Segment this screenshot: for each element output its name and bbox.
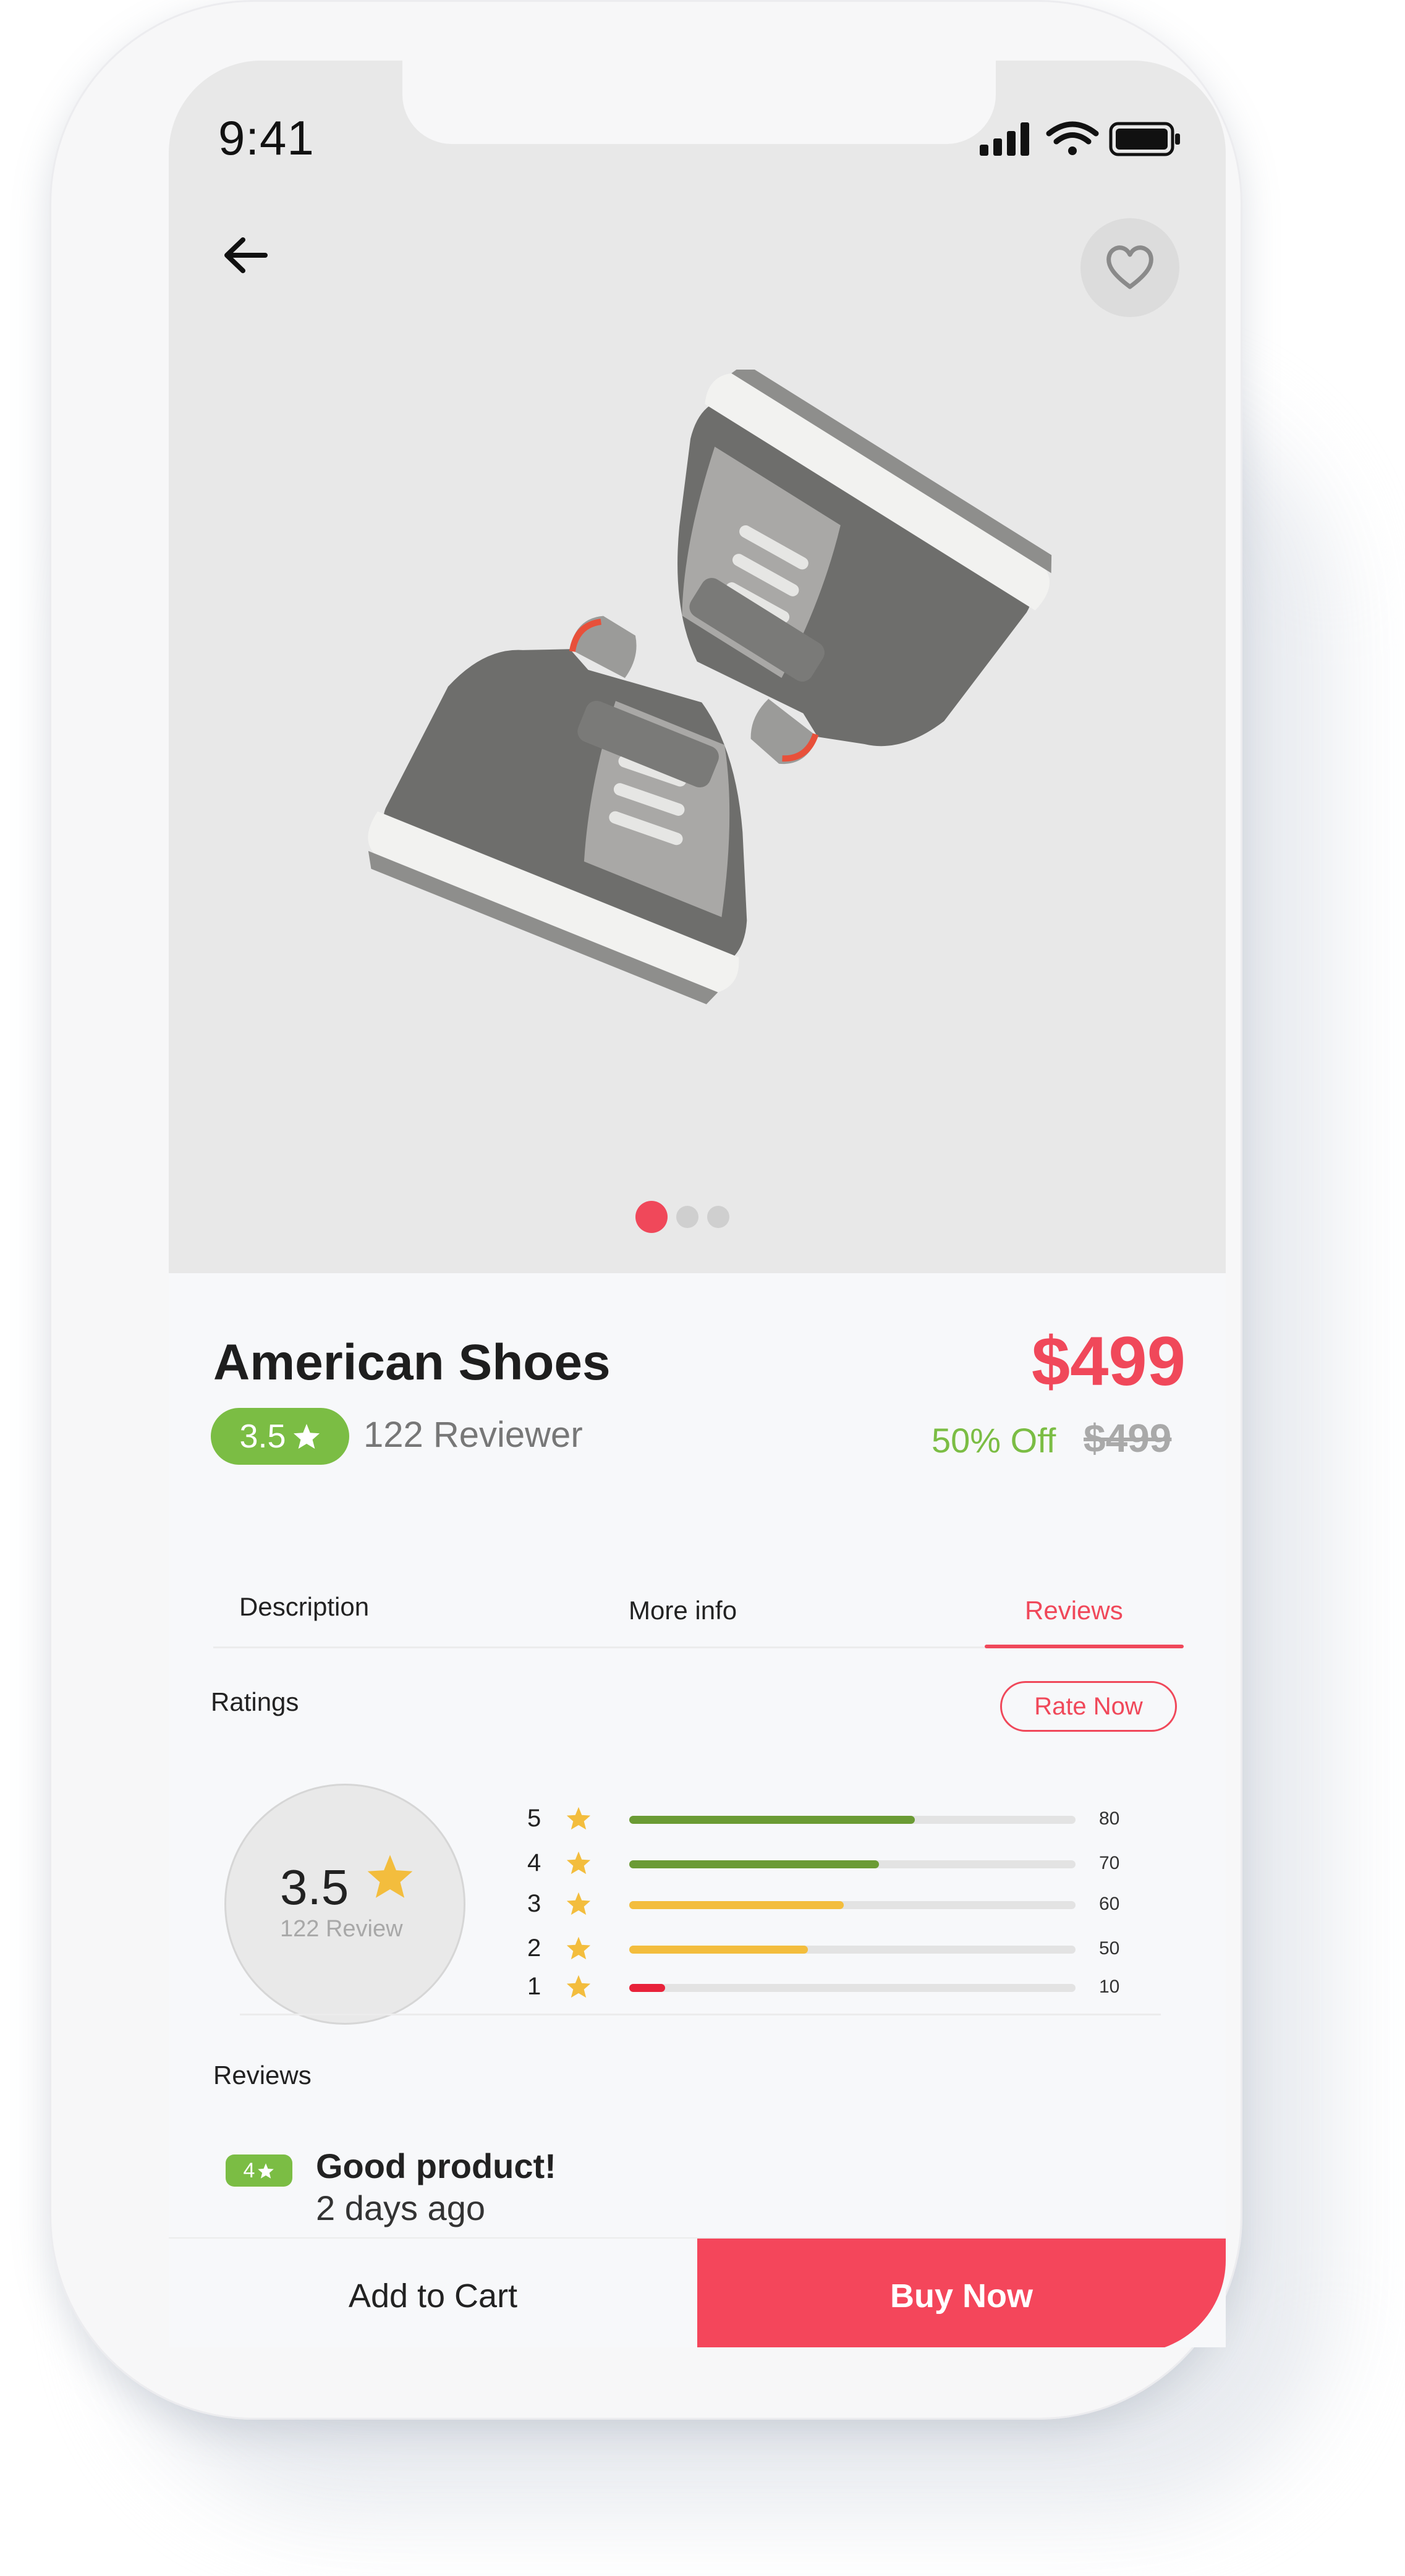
rating-bar-track bbox=[629, 1984, 1076, 1992]
rating-count: 60 bbox=[1099, 1894, 1120, 1914]
wifi-icon bbox=[1046, 121, 1099, 155]
rating-count: 80 bbox=[1099, 1808, 1120, 1829]
phone-frame: 9:41 American Shoes $499 3.5 122 Reviewe… bbox=[49, 0, 1242, 2420]
star-icon bbox=[566, 1936, 591, 1960]
product-image bbox=[368, 370, 1052, 1004]
rating-row-4: 4 70 bbox=[527, 1848, 1145, 1879]
rating-count: 50 bbox=[1099, 1938, 1120, 1959]
rating-bar-fill bbox=[629, 1984, 665, 1992]
product-image-area: 9:41 bbox=[169, 61, 1226, 1273]
rating-bar-fill bbox=[629, 1860, 880, 1868]
add-to-cart-button[interactable]: Add to Cart bbox=[169, 2239, 697, 2347]
star-icon bbox=[566, 1892, 591, 1915]
review-rating-value: 4 bbox=[243, 2158, 255, 2182]
star-icon bbox=[566, 1851, 591, 1875]
rating-row-3: 3 60 bbox=[527, 1889, 1145, 1920]
tab-more-info[interactable]: More info bbox=[629, 1596, 737, 1625]
rating-value: 3.5 bbox=[239, 1418, 286, 1455]
rating-stars-label: 1 bbox=[527, 1973, 541, 2000]
rate-now-button[interactable]: Rate Now bbox=[1000, 1681, 1177, 1732]
star-icon bbox=[293, 1423, 320, 1449]
discount-label: 50% Off bbox=[932, 1421, 1056, 1460]
average-rating-value: 3.5 bbox=[280, 1860, 349, 1915]
screen: 9:41 American Shoes $499 3.5 122 Reviewe… bbox=[169, 61, 1226, 2347]
product-title: American Shoes bbox=[213, 1334, 611, 1391]
rating-bar-track bbox=[629, 1816, 1076, 1824]
star-icon bbox=[258, 2163, 274, 2179]
original-price: $499 bbox=[1084, 1416, 1172, 1460]
carousel-dot-2[interactable] bbox=[676, 1206, 698, 1228]
notch bbox=[402, 61, 996, 144]
bottom-action-bar: Add to Cart Buy Now bbox=[169, 2237, 1226, 2347]
review-date: 2 days ago bbox=[316, 2188, 485, 2227]
rating-bar-track bbox=[629, 1860, 1076, 1868]
rating-row-5: 5 80 bbox=[527, 1803, 1145, 1834]
section-divider bbox=[240, 2014, 1161, 2015]
rating-bar-fill bbox=[629, 1901, 844, 1909]
heart-icon bbox=[1106, 245, 1153, 289]
rating-stars-label: 2 bbox=[527, 1934, 541, 1962]
status-icons bbox=[980, 117, 1184, 164]
buy-now-button[interactable]: Buy Now bbox=[697, 2239, 1226, 2347]
carousel-dot-3[interactable] bbox=[707, 1206, 729, 1228]
status-time: 9:41 bbox=[218, 111, 315, 165]
reviews-heading: Reviews bbox=[213, 2061, 312, 2090]
signal-icon bbox=[980, 122, 1029, 156]
rating-stars-label: 3 bbox=[527, 1890, 541, 1917]
rating-count: 10 bbox=[1099, 1976, 1120, 1997]
tab-bar: Description More info Reviews bbox=[213, 1580, 1182, 1648]
rating-bar-fill bbox=[629, 1816, 915, 1824]
ratings-heading: Ratings bbox=[211, 1687, 299, 1716]
reviewer-count: 122 Reviewer bbox=[363, 1415, 583, 1455]
star-icon bbox=[367, 1855, 413, 1898]
rating-stars-label: 4 bbox=[527, 1849, 541, 1876]
rating-stars-label: 5 bbox=[527, 1805, 541, 1832]
product-price: $499 bbox=[1031, 1323, 1186, 1400]
star-icon bbox=[566, 1975, 591, 1998]
active-tab-indicator bbox=[985, 1645, 1184, 1648]
rating-bar-track bbox=[629, 1946, 1076, 1954]
tab-reviews[interactable]: Reviews bbox=[1025, 1596, 1123, 1625]
rating-bar-track bbox=[629, 1901, 1076, 1909]
rating-row-2: 2 50 bbox=[527, 1933, 1145, 1964]
battery-icon bbox=[1109, 122, 1180, 156]
carousel-indicators bbox=[635, 1201, 729, 1233]
rating-badge: 3.5 bbox=[211, 1408, 349, 1465]
rating-bar-fill bbox=[629, 1946, 808, 1954]
rating-row-1: 1 10 bbox=[527, 1972, 1145, 2002]
review-rating-badge: 4 bbox=[226, 2154, 292, 2187]
review-title: Good product! bbox=[316, 2146, 556, 2185]
favorite-button[interactable] bbox=[1080, 218, 1179, 317]
back-arrow-icon[interactable] bbox=[218, 227, 274, 283]
tab-description[interactable]: Description bbox=[239, 1592, 369, 1622]
rating-count: 70 bbox=[1099, 1853, 1120, 1873]
carousel-dot-1[interactable] bbox=[635, 1201, 668, 1233]
review-count: 122 Review bbox=[280, 1916, 403, 1942]
star-icon bbox=[566, 1807, 591, 1830]
